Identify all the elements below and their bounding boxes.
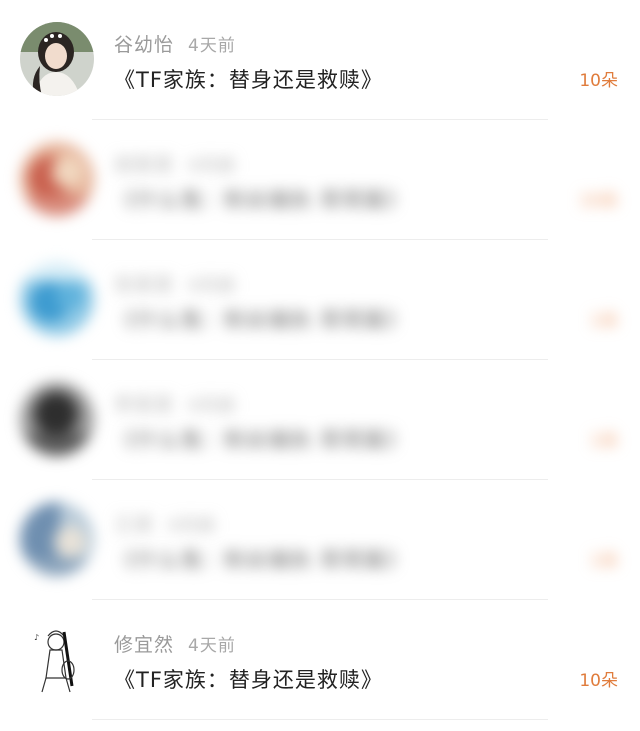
work-title[interactable]: 《什么鬼：粉丝偏执 哥哥篇》 xyxy=(114,304,408,334)
flower-count: 10朵 xyxy=(579,191,618,211)
work-title[interactable]: 《什么鬼：粉丝偏执 哥哥篇》 xyxy=(114,184,408,214)
work-title[interactable]: 《TF家族：替身还是救赎》 xyxy=(114,64,383,94)
timestamp: 4天前 xyxy=(188,156,236,176)
blue-sky-avatar-icon[interactable] xyxy=(20,262,94,336)
timestamp: 4天前 xyxy=(188,276,236,296)
username[interactable]: 李某某 xyxy=(114,394,174,416)
girl-portrait-avatar-icon[interactable] xyxy=(20,22,94,96)
username[interactable]: 谷幼怡 xyxy=(114,34,174,56)
flower-count: 10朵 xyxy=(579,71,618,91)
username-line: 胡某某 4天前 xyxy=(114,150,236,177)
username[interactable]: 王某 xyxy=(114,514,154,536)
username-line: 李某某 4天前 xyxy=(114,390,236,417)
flower-count: 1朵 xyxy=(590,431,618,451)
feed-row[interactable]: 谷幼怡 4天前 《TF家族：替身还是救赎》 10朵 xyxy=(0,0,640,120)
username[interactable]: 胡某某 xyxy=(114,154,174,176)
work-title[interactable]: 《TF家族：替身还是救赎》 xyxy=(114,664,383,694)
feed-row[interactable]: 李某某 4天前 《什么鬼：粉丝偏执 哥哥篇》 1朵 xyxy=(0,360,640,480)
gift-feed-list: 谷幼怡 4天前 《TF家族：替身还是救赎》 10朵 胡某某 4天前 《什么鬼：粉丝偏… xyxy=(0,0,640,731)
flower-count: 10朵 xyxy=(579,671,618,691)
work-title[interactable]: 《什么鬼：粉丝偏执 哥哥篇》 xyxy=(114,424,408,454)
feed-row[interactable]: 王某 4天前 《什么鬼：粉丝偏执 哥哥篇》 1朵 xyxy=(0,480,640,600)
timestamp: 4天前 xyxy=(188,396,236,416)
row-divider xyxy=(92,719,548,720)
svg-text:♪: ♪ xyxy=(34,633,39,642)
sketch-guitar-avatar-icon[interactable]: ♪ xyxy=(20,622,94,696)
pink-cartoon-avatar-icon[interactable] xyxy=(20,142,94,216)
blue-photo-avatar-icon[interactable] xyxy=(20,502,94,576)
feed-row[interactable]: 张某某 4天前 《什么鬼：粉丝偏执 哥哥篇》 1朵 xyxy=(0,240,640,360)
flower-count: 1朵 xyxy=(590,551,618,571)
timestamp: 4天前 xyxy=(188,36,236,56)
username[interactable]: 修宜然 xyxy=(114,634,174,656)
dark-gray-avatar-icon[interactable] xyxy=(20,382,94,456)
flower-count: 1朵 xyxy=(590,311,618,331)
timestamp: 4天前 xyxy=(168,516,216,536)
timestamp: 4天前 xyxy=(188,636,236,656)
username-line: 谷幼怡 4天前 xyxy=(114,30,236,57)
username[interactable]: 张某某 xyxy=(114,274,174,296)
work-title[interactable]: 《什么鬼：粉丝偏执 哥哥篇》 xyxy=(114,544,408,574)
feed-row[interactable]: 胡某某 4天前 《什么鬼：粉丝偏执 哥哥篇》 10朵 xyxy=(0,120,640,240)
username-line: 张某某 4天前 xyxy=(114,270,236,297)
feed-row[interactable]: ♪ 修宜然 4天前 《TF家族：替身还是救赎》 10朵 xyxy=(0,600,640,720)
username-line: 王某 4天前 xyxy=(114,510,216,537)
username-line: 修宜然 4天前 xyxy=(114,630,236,657)
